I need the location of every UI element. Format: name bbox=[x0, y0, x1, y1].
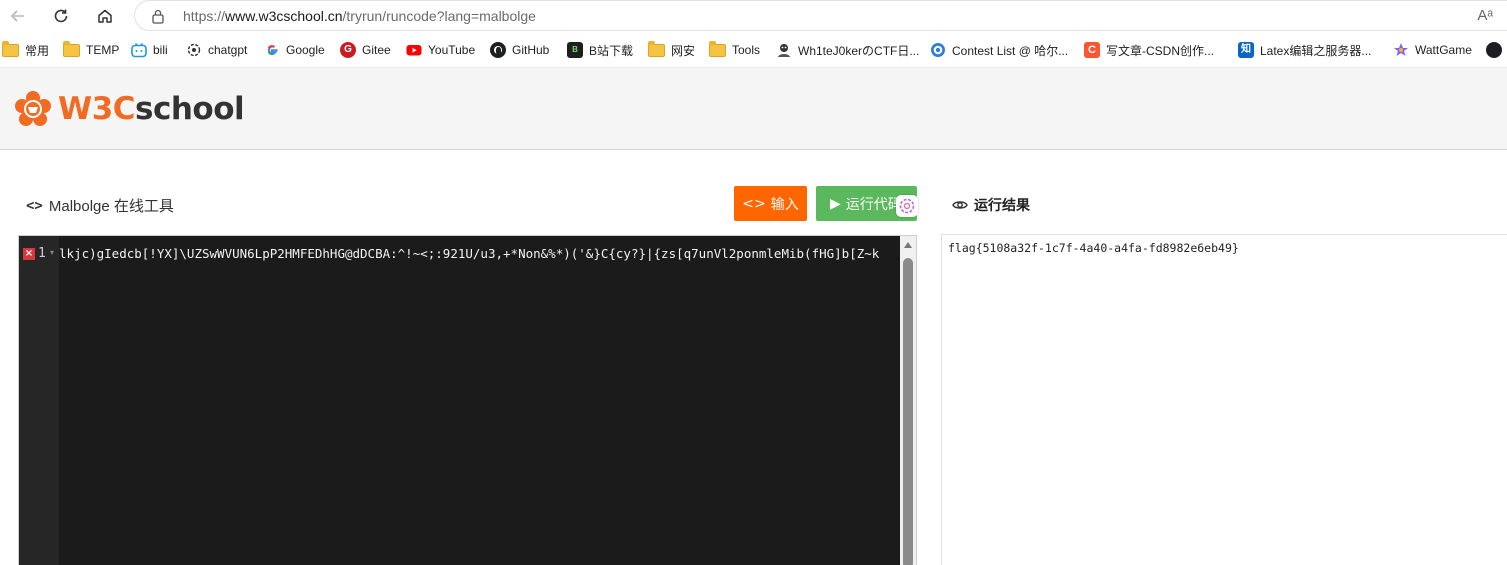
bookmark-item[interactable]: B B站下载 bbox=[567, 41, 633, 59]
result-title: 运行结果 bbox=[952, 195, 1030, 215]
bookmark-label: 常用 bbox=[25, 43, 50, 58]
bookmark-item[interactable]: 知 Latex编辑之服务器... bbox=[1238, 41, 1371, 59]
code-brackets-icon: <> bbox=[742, 195, 766, 212]
chatgpt-icon bbox=[187, 43, 201, 57]
code-line[interactable]: lkjc)gIedcb[!YX]\UZSwWVUN6LpP2HMFEDhHG@d… bbox=[59, 246, 897, 262]
code-brackets-icon: <> bbox=[26, 197, 43, 214]
bookmark-label: Gitee bbox=[362, 43, 391, 57]
contest-icon bbox=[931, 43, 945, 57]
bookmark-item[interactable]: YouTube bbox=[406, 41, 475, 59]
bookmark-item[interactable]: Contest List @ 哈尔... bbox=[930, 41, 1068, 59]
home-button[interactable] bbox=[93, 4, 117, 28]
bookmark-label: WattGame bbox=[1415, 43, 1472, 57]
youtube-icon bbox=[406, 45, 422, 56]
bookmark-label: GitHub bbox=[512, 43, 550, 57]
back-button[interactable] bbox=[6, 4, 30, 28]
bookmark-item[interactable]: bili bbox=[131, 41, 168, 59]
tool-title: <> Malbolge 在线工具 bbox=[26, 195, 174, 216]
chatgpt-icon bbox=[899, 198, 915, 214]
refresh-icon bbox=[54, 9, 68, 23]
code-editor[interactable]: × 1 ▾ lkjc)gIedcb[!YX]\UZSwWVUN6LpP2HMFE… bbox=[18, 235, 917, 565]
logo-text: W3Cschool bbox=[58, 91, 245, 127]
github-icon bbox=[1486, 42, 1502, 58]
result-title-text: 运行结果 bbox=[974, 197, 1030, 213]
lock-icon bbox=[152, 9, 164, 24]
bookmark-item[interactable]: 常用 bbox=[2, 40, 50, 59]
wattgame-icon bbox=[1394, 43, 1408, 56]
bookmark-overflow[interactable] bbox=[1486, 41, 1507, 59]
bookmark-item[interactable]: WattGame bbox=[1393, 41, 1472, 59]
tool-title-text: Malbolge 在线工具 bbox=[48, 198, 174, 215]
bookmark-item[interactable]: chatgpt bbox=[186, 41, 247, 59]
url-bar[interactable]: https://www.w3cschool.cn/tryrun/runcode?… bbox=[134, 0, 1507, 31]
line-number: 1 bbox=[38, 246, 46, 261]
output-panel: flag{5108a32f-1c7f-4a40-a4fa-fd8982e6eb4… bbox=[941, 234, 1507, 565]
bilibili-icon bbox=[131, 42, 147, 58]
gitee-icon: G bbox=[340, 42, 356, 58]
bdown-icon: B bbox=[567, 42, 583, 58]
ai-extension-badge[interactable] bbox=[896, 195, 918, 217]
folder-icon bbox=[709, 40, 726, 57]
input-button-label: 输入 bbox=[770, 195, 799, 212]
bookmark-label: YouTube bbox=[428, 43, 476, 57]
w3cschool-logo[interactable]: W3Cschool bbox=[14, 90, 245, 128]
bookmark-label: Tools bbox=[732, 43, 761, 57]
bookmark-label: TEMP bbox=[86, 43, 120, 57]
fold-arrow-icon[interactable]: ▾ bbox=[50, 248, 54, 257]
folder-icon bbox=[63, 40, 80, 57]
bookmark-label: Google bbox=[286, 43, 325, 57]
output-text: flag{5108a32f-1c7f-4a40-a4fa-fd8982e6eb4… bbox=[948, 241, 1239, 255]
error-icon[interactable]: × bbox=[23, 248, 35, 260]
url-path: /tryrun/runcode?lang=malbolge bbox=[342, 8, 536, 24]
url-host: www.w3cschool.cn bbox=[225, 8, 343, 24]
scrollbar-thumb[interactable] bbox=[903, 258, 913, 565]
url-text[interactable]: https://www.w3cschool.cn/tryrun/runcode?… bbox=[183, 8, 536, 24]
bookmark-label: chatgpt bbox=[208, 43, 248, 57]
bookmark-label: Latex编辑之服务器... bbox=[1260, 43, 1372, 58]
folder-icon bbox=[2, 40, 19, 57]
bookmark-item[interactable]: C 写文章-CSDN创作... bbox=[1084, 41, 1214, 59]
bookmark-label: Wh1teJ0kerのCTF日... bbox=[798, 43, 920, 58]
bookmark-item[interactable]: GitHub bbox=[490, 41, 549, 59]
bookmark-label: Contest List @ 哈尔... bbox=[952, 43, 1069, 58]
bookmark-item[interactable]: Google bbox=[264, 41, 325, 59]
scroll-up-icon[interactable] bbox=[904, 242, 912, 248]
site-header: W3Cschool bbox=[0, 68, 1507, 150]
editor-gutter: × 1 ▾ bbox=[19, 236, 59, 565]
bookmark-label: 网安 bbox=[671, 43, 696, 58]
bookmark-label: B站下载 bbox=[589, 43, 634, 58]
zhihu-icon: 知 bbox=[1238, 42, 1254, 58]
input-button[interactable]: <> 输入 bbox=[734, 186, 807, 221]
bookmark-item[interactable]: Wh1teJ0kerのCTF日... bbox=[776, 41, 919, 59]
bookmark-item[interactable]: TEMP bbox=[63, 40, 120, 59]
home-icon bbox=[98, 9, 112, 23]
folder-icon bbox=[648, 40, 665, 57]
eye-icon bbox=[952, 201, 968, 209]
editor-scrollbar[interactable] bbox=[900, 236, 916, 565]
csdn-icon: C bbox=[1084, 42, 1100, 58]
google-icon bbox=[267, 45, 278, 56]
bookmark-label: bili bbox=[153, 43, 168, 57]
play-icon: ▶ bbox=[830, 195, 841, 212]
bookmark-item[interactable]: G Gitee bbox=[340, 41, 391, 59]
logo-school: school bbox=[135, 91, 245, 127]
read-aloud-icon[interactable]: Aᵃ bbox=[1477, 7, 1493, 24]
run-button-label: 运行代码 bbox=[845, 195, 902, 212]
bookmark-label: 写文章-CSDN创作... bbox=[1106, 43, 1215, 58]
back-arrow-icon bbox=[10, 10, 24, 22]
logo-w3c: W3C bbox=[58, 91, 136, 127]
w3cschool-logo-icon bbox=[15, 91, 51, 126]
refresh-button[interactable] bbox=[49, 4, 73, 28]
bookmarks-bar: 常用 TEMP bili chatgpt Google G Gitee YouT… bbox=[0, 32, 1507, 68]
joker-icon bbox=[778, 44, 790, 57]
bookmark-item[interactable]: Tools bbox=[709, 40, 761, 59]
browser-address-row: https://www.w3cschool.cn/tryrun/runcode?… bbox=[0, 0, 1507, 32]
github-icon bbox=[490, 42, 506, 58]
url-prefix: https:// bbox=[183, 8, 226, 24]
bookmark-item[interactable]: 网安 bbox=[648, 40, 696, 59]
